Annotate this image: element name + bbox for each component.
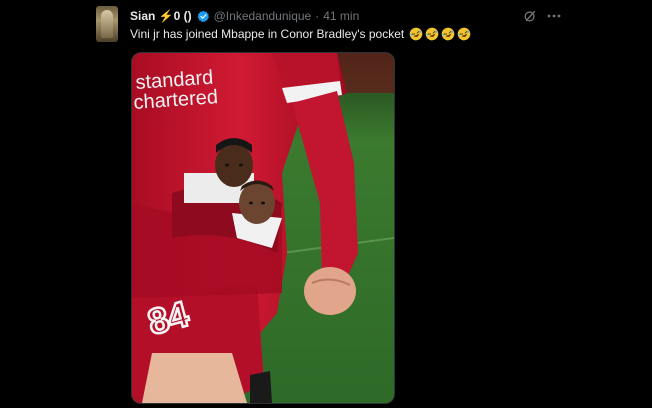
- display-name[interactable]: Sian ⚡0 (): [130, 9, 192, 23]
- leg: [142, 353, 247, 403]
- avatar[interactable]: [96, 6, 118, 42]
- verified-badge-icon: [197, 10, 209, 22]
- x-post-view: Sian ⚡0 () @Inkedandunique · 41 min Vini…: [0, 0, 652, 408]
- post-card[interactable]: Sian ⚡0 () @Inkedandunique · 41 min Vini…: [82, 0, 570, 408]
- avatar-figure: [101, 10, 113, 38]
- post-text-row: Vini jr has joined Mbappe in Conor Bradl…: [130, 27, 473, 41]
- user-handle[interactable]: @Inkedandunique: [214, 9, 312, 23]
- rolling-on-floor-laughing-emoji-icon: [457, 27, 471, 41]
- emoji-group: [409, 27, 473, 41]
- separator-dot: ·: [315, 9, 320, 23]
- rolling-on-floor-laughing-emoji-icon: [425, 27, 439, 41]
- post-image[interactable]: standard chartered 84: [131, 52, 395, 404]
- meme-photo: standard chartered 84: [132, 53, 394, 403]
- fist: [304, 267, 356, 315]
- post-timestamp[interactable]: 41 min: [323, 9, 359, 23]
- post-text: Vini jr has joined Mbappe in Conor Bradl…: [130, 27, 405, 41]
- rolling-on-floor-laughing-emoji-icon: [409, 27, 423, 41]
- grok-icon[interactable]: [523, 9, 537, 23]
- rolling-on-floor-laughing-emoji-icon: [441, 27, 455, 41]
- more-options-icon[interactable]: [546, 9, 562, 23]
- boot: [250, 371, 272, 403]
- post-header: Sian ⚡0 () @Inkedandunique · 41 min: [130, 7, 359, 25]
